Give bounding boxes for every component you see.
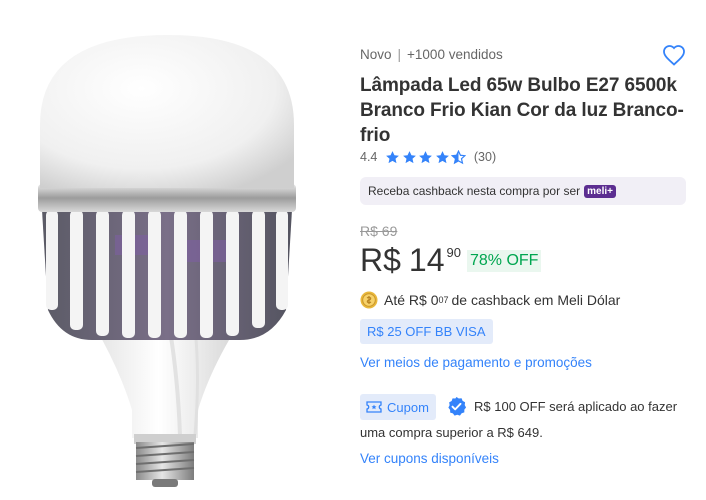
star-icon xyxy=(386,150,400,163)
coupon-description-line2: uma compra superior a R$ 649. xyxy=(360,425,543,440)
check-badge-icon xyxy=(448,396,467,416)
old-price: R$ 69 xyxy=(360,223,398,239)
cashback-prefix: Até R$ 0 xyxy=(384,292,439,308)
condition-label: Novo xyxy=(360,47,392,62)
sold-count: +1000 vendidos xyxy=(407,47,503,62)
coupon-chip-label: Cupom xyxy=(387,399,429,415)
current-price: R$ 14 90 78% OFF xyxy=(360,240,542,280)
meli-dollar-cashback: Até R$ 0 07 de cashback em Meli Dólar xyxy=(360,291,620,309)
discount-badge: 78% OFF xyxy=(466,250,542,272)
cashback-banner-text: Receba cashback nesta compra por ser xyxy=(368,184,581,198)
rating-stars xyxy=(385,149,468,165)
cashback-cents: 07 xyxy=(438,295,449,305)
coin-icon xyxy=(360,291,378,309)
cashback-banner[interactable]: Receba cashback nesta compra por ser mel… xyxy=(360,177,686,205)
ticket-icon xyxy=(366,401,382,413)
star-icon xyxy=(436,150,449,163)
rating-count: (30) xyxy=(473,150,497,164)
price-integer: 14 xyxy=(408,242,445,278)
rating[interactable]: 4.4 (30) xyxy=(360,148,496,166)
meli-plus-badge: meli+ xyxy=(584,184,616,198)
bb-visa-promo-badge[interactable]: R$ 25 OFF BB VISA xyxy=(360,319,493,344)
star-half-icon xyxy=(451,149,467,164)
star-icon xyxy=(419,150,433,163)
price-cents: 90 xyxy=(446,245,461,260)
payment-methods-link[interactable]: Ver meios de pagamento e promoções xyxy=(360,355,592,370)
coupon-description-line1: R$ 100 OFF será aplicado ao fazer xyxy=(474,399,678,414)
coupon-chip[interactable]: Cupom xyxy=(360,394,436,420)
product-title: Lâmpada Led 65w Bulbo E27 6500k Branco F… xyxy=(360,75,684,146)
product-meta: Novo | +1000 vendidos xyxy=(360,47,503,62)
view-coupons-link[interactable]: Ver cupons disponíveis xyxy=(360,451,499,466)
star-icon xyxy=(403,150,416,163)
heart-icon[interactable] xyxy=(662,44,686,66)
product-image[interactable] xyxy=(20,30,330,490)
rating-score: 4.4 xyxy=(360,150,378,164)
cashback-suffix: de cashback em Meli Dólar xyxy=(451,292,621,308)
price-currency: R$ xyxy=(360,242,401,278)
meta-separator: | xyxy=(397,47,402,62)
